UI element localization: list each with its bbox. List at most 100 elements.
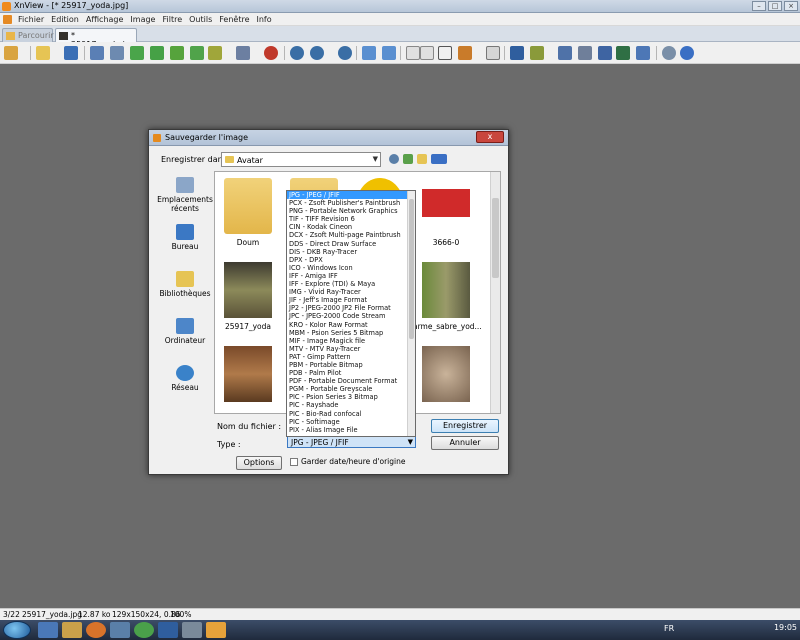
file-item[interactable]: arme_sabre_yod...: [413, 262, 482, 331]
file-type-option[interactable]: IMG - Vivid Ray-Tracer: [287, 288, 415, 296]
file-type-option[interactable]: DIS - DKB Ray-Tracer: [287, 248, 415, 256]
menu-info[interactable]: Info: [257, 15, 272, 24]
file-type-option[interactable]: PIC - Bio-Rad confocal: [287, 410, 415, 418]
file-item[interactable]: 25917_yoda: [215, 262, 281, 331]
rotate-right-icon[interactable]: [150, 46, 164, 60]
find-icon[interactable]: [558, 46, 572, 60]
settings-icon[interactable]: [662, 46, 676, 60]
file-item[interactable]: Doum: [215, 178, 281, 247]
save-button[interactable]: Enregistrer: [431, 419, 499, 433]
effect-icon[interactable]: [236, 46, 250, 60]
copy-icon[interactable]: [486, 46, 500, 60]
file-type-option[interactable]: DDS - Direct Draw Surface: [287, 240, 415, 248]
file-type-option[interactable]: PBM - Portable Bitmap: [287, 361, 415, 369]
compare-icon[interactable]: [438, 46, 452, 60]
xnview-taskbar-icon[interactable]: [206, 622, 226, 638]
explorer-icon[interactable]: [38, 622, 58, 638]
new-folder-icon[interactable]: [417, 154, 427, 164]
file-type-option[interactable]: PIC - Softimage: [287, 418, 415, 426]
slideshow-icon[interactable]: [458, 46, 472, 60]
file-type-option[interactable]: PDB - Palm Pilot: [287, 369, 415, 377]
file-item[interactable]: [215, 346, 281, 406]
file-type-option[interactable]: MTV - MTV Ray-Tracer: [287, 345, 415, 353]
file-type-option[interactable]: PNG - Portable Network Graphics: [287, 207, 415, 215]
file-type-option[interactable]: KRO - Kolor Raw Format: [287, 321, 415, 329]
plugin-icon[interactable]: [264, 46, 278, 60]
place-desktop[interactable]: Bureau: [155, 224, 215, 251]
scan-icon[interactable]: [598, 46, 612, 60]
messenger-icon[interactable]: [134, 622, 154, 638]
media-icon[interactable]: [110, 622, 130, 638]
folder-taskbar-icon[interactable]: [62, 622, 82, 638]
file-type-option[interactable]: JP2 - JPEG-2000 JP2 File Format: [287, 304, 415, 312]
file-type-select[interactable]: JPG - JPEG / JFIF ▼: [287, 436, 416, 448]
menu-affichage[interactable]: Affichage: [86, 15, 124, 24]
menu-fichier[interactable]: Fichier: [18, 15, 44, 24]
app-menu-icon[interactable]: [3, 15, 12, 24]
place-libraries[interactable]: Bibliothèques: [155, 271, 215, 298]
maximize-button[interactable]: □: [768, 1, 782, 11]
menu-outils[interactable]: Outils: [189, 15, 212, 24]
fullscreen-toggle-icon[interactable]: [510, 46, 524, 60]
color-icon[interactable]: [208, 46, 222, 60]
place-computer[interactable]: Ordinateur: [155, 318, 215, 345]
menu-image[interactable]: Image: [130, 15, 155, 24]
open-folder-icon[interactable]: [36, 46, 50, 60]
file-type-option[interactable]: IFF - Explore (TDI) & Maya: [287, 280, 415, 288]
menu-filtre[interactable]: Filtre: [162, 15, 182, 24]
rotate-left-icon[interactable]: [90, 46, 104, 60]
crop-icon[interactable]: [110, 46, 124, 60]
file-item[interactable]: [413, 346, 479, 406]
wallpaper-icon[interactable]: [616, 46, 630, 60]
file-type-option[interactable]: PCX - Zsoft Publisher's Paintbrush: [287, 199, 415, 207]
info-panel-icon[interactable]: [530, 46, 544, 60]
scrollbar-thumb[interactable]: [492, 198, 499, 278]
language-indicator[interactable]: FR: [664, 624, 674, 633]
prev-icon[interactable]: [362, 46, 376, 60]
fullscreen-icon[interactable]: [420, 46, 434, 60]
zoom-in-icon[interactable]: [290, 46, 304, 60]
file-type-option[interactable]: PIC - Psion Series 3 Bitmap: [287, 393, 415, 401]
place-recent[interactable]: Emplacements récents: [155, 177, 215, 213]
place-network[interactable]: Réseau: [155, 365, 215, 392]
app-taskbar-icon[interactable]: [182, 622, 202, 638]
file-type-option[interactable]: CIN - Kodak Cineon: [287, 223, 415, 231]
view-menu-icon[interactable]: [431, 154, 447, 164]
file-type-option[interactable]: TIF - TIFF Revision 6: [287, 215, 415, 223]
file-type-dropdown-list[interactable]: JPG - JPEG / JFIF PCX - Zsoft Publisher's…: [286, 190, 416, 437]
file-type-option[interactable]: MIF - Image Magick file: [287, 337, 415, 345]
file-type-option[interactable]: JPG - JPEG / JFIF: [287, 191, 415, 200]
file-type-option[interactable]: PIC - Rayshade: [287, 401, 415, 409]
zoom-icon[interactable]: [310, 46, 324, 60]
zoom-out-icon[interactable]: [338, 46, 352, 60]
dropdown-scrollbar[interactable]: [407, 191, 415, 436]
fit-icon[interactable]: [406, 46, 420, 60]
menu-edition[interactable]: Edition: [51, 15, 79, 24]
save-icon[interactable]: [64, 46, 78, 60]
print-icon[interactable]: [578, 46, 592, 60]
file-type-option[interactable]: IFF - Amiga IFF: [287, 272, 415, 280]
photoshop-icon[interactable]: [158, 622, 178, 638]
rotate-icon[interactable]: [130, 46, 144, 60]
start-button-icon[interactable]: [3, 621, 31, 639]
minimize-button[interactable]: –: [752, 1, 766, 11]
file-type-option[interactable]: JPC - JPEG-2000 Code Stream: [287, 312, 415, 320]
adjust-icon[interactable]: [170, 46, 184, 60]
file-type-option[interactable]: PDF - Portable Document Format: [287, 377, 415, 385]
file-type-option[interactable]: DCX - Zsoft Multi-page Paintbrush: [287, 231, 415, 239]
filter-icon[interactable]: [190, 46, 204, 60]
up-folder-icon[interactable]: [403, 154, 413, 164]
save-in-combo[interactable]: Avatar ▼: [221, 152, 381, 167]
new-icon[interactable]: [4, 46, 18, 60]
capture-icon[interactable]: [636, 46, 650, 60]
keep-date-checkbox[interactable]: [290, 458, 298, 466]
file-type-option[interactable]: PGM - Portable Greyscale: [287, 385, 415, 393]
options-button[interactable]: Options: [236, 456, 282, 470]
dialog-close-button[interactable]: x: [476, 131, 504, 143]
file-list-scrollbar[interactable]: [490, 172, 500, 413]
tab-browser[interactable]: Parcourir: [2, 28, 54, 42]
file-type-option[interactable]: JIF - Jeff's Image Format: [287, 296, 415, 304]
firefox-icon[interactable]: [86, 622, 106, 638]
file-type-option[interactable]: PIX - Alias Image File: [287, 426, 415, 434]
file-type-option[interactable]: MBM - Psion Series 5 Bitmap: [287, 329, 415, 337]
